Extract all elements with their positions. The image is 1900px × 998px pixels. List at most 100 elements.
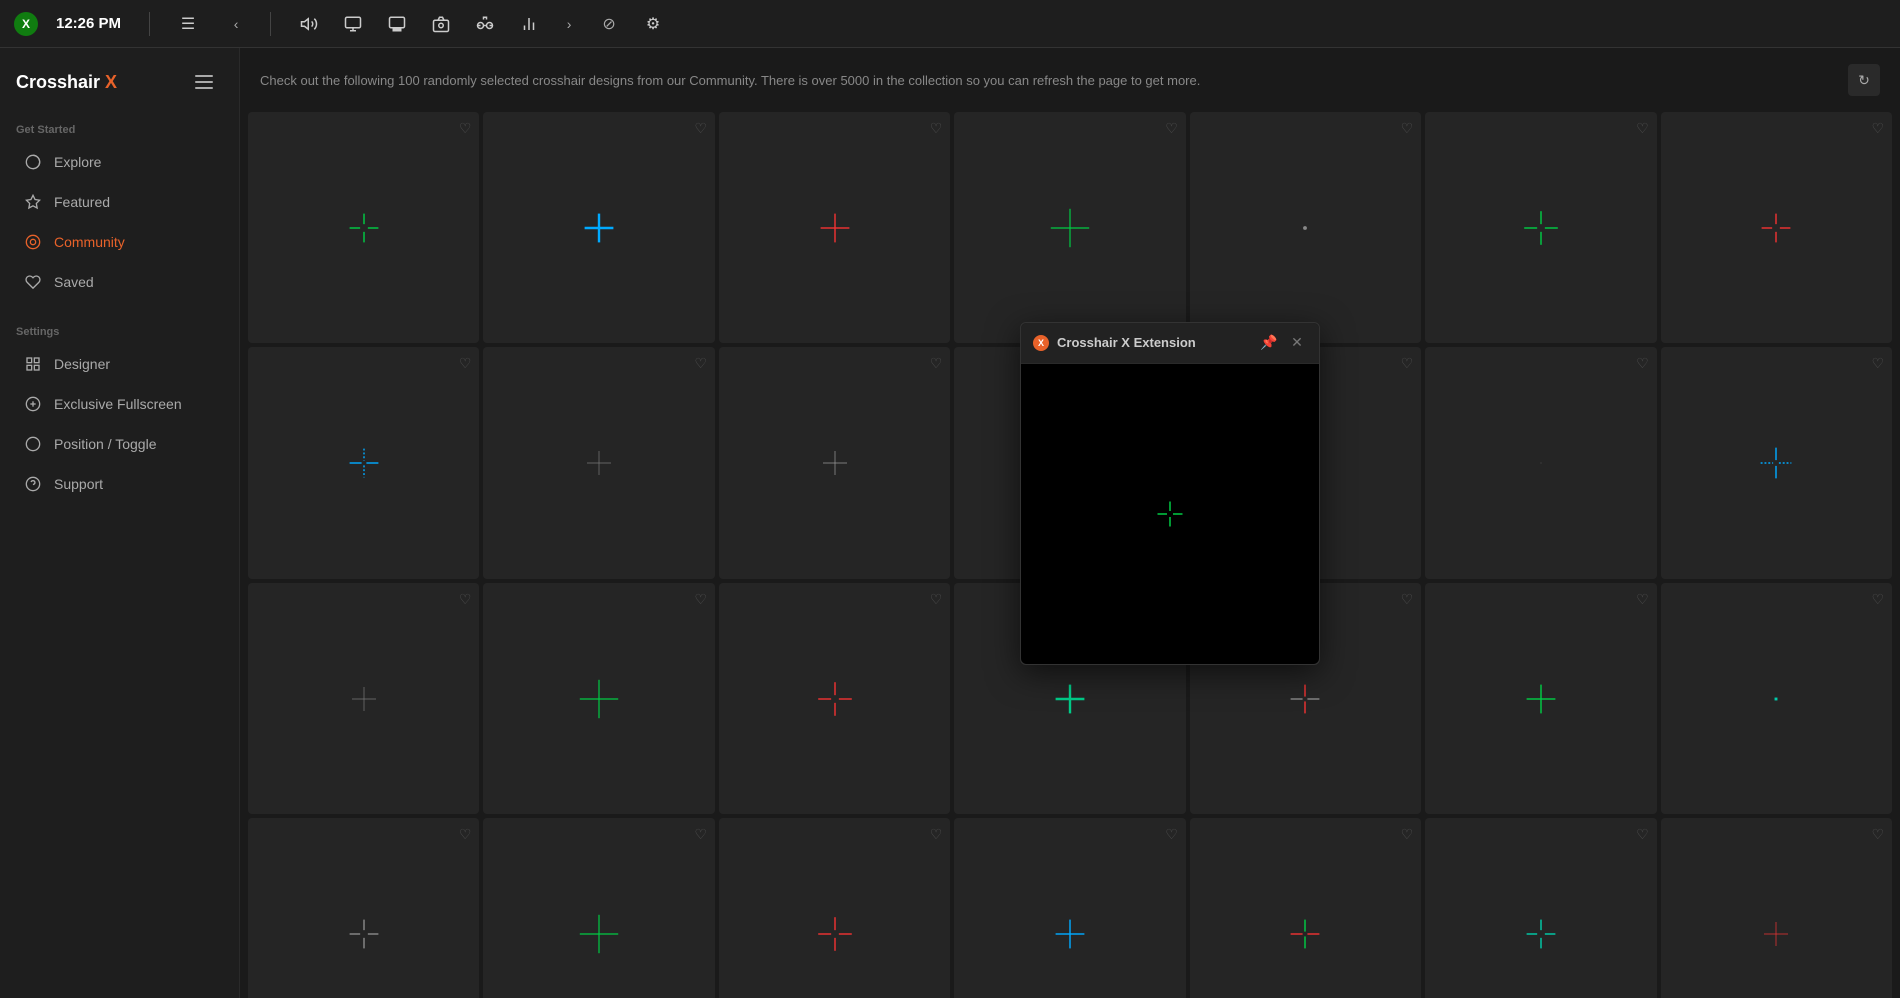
- heart-button[interactable]: ♡: [459, 355, 472, 372]
- crosshair-card[interactable]: ♡: [719, 347, 950, 578]
- sidebar-exclusive-fullscreen-label: Exclusive Fullscreen: [54, 396, 182, 412]
- featured-icon: [24, 193, 42, 211]
- display-icon-btn[interactable]: [335, 6, 371, 42]
- crosshair-svg: [1517, 910, 1565, 958]
- heart-button[interactable]: ♡: [930, 591, 943, 608]
- crosshair-svg: [340, 204, 388, 252]
- close-popup-button[interactable]: ✕: [1287, 333, 1307, 353]
- heart-button[interactable]: ♡: [694, 591, 707, 608]
- forward-btn[interactable]: ›: [555, 10, 583, 38]
- sidebar-item-support[interactable]: Support: [8, 465, 231, 503]
- list-icon-btn[interactable]: ☰: [170, 6, 206, 42]
- sidebar-item-saved[interactable]: Saved: [8, 263, 231, 301]
- heart-button[interactable]: ♡: [694, 120, 707, 137]
- crosshair-card[interactable]: ♡: [719, 112, 950, 343]
- heart-button[interactable]: ♡: [1636, 355, 1649, 372]
- heart-button[interactable]: ♡: [1636, 591, 1649, 608]
- preview-crosshair: [1145, 489, 1195, 539]
- capture-icon-btn[interactable]: [423, 6, 459, 42]
- heart-button[interactable]: ♡: [930, 355, 943, 372]
- settings-label: Settings: [0, 314, 239, 344]
- crosshair-card[interactable]: ♡: [1661, 112, 1892, 343]
- crosshair-card[interactable]: ♡: [483, 347, 714, 578]
- heart-button[interactable]: ♡: [930, 826, 943, 843]
- heart-button[interactable]: ♡: [1401, 120, 1414, 137]
- no-cross-icon-btn[interactable]: ⊘: [591, 6, 627, 42]
- crosshair-card[interactable]: ♡: [1190, 818, 1421, 998]
- sidebar-item-position-toggle[interactable]: Position / Toggle: [8, 425, 231, 463]
- sidebar-item-exclusive-fullscreen[interactable]: Exclusive Fullscreen: [8, 385, 231, 423]
- crosshair-card[interactable]: ♡: [1425, 112, 1656, 343]
- crosshair-svg: [575, 910, 623, 958]
- sidebar-item-community[interactable]: Community: [8, 223, 231, 261]
- crosshair-card[interactable]: ♡: [483, 818, 714, 998]
- heart-button[interactable]: ♡: [1872, 591, 1885, 608]
- extension-title-actions: 📌 ✕: [1259, 333, 1307, 353]
- crosshair-svg: [1281, 910, 1329, 958]
- crosshair-svg: [1046, 910, 1094, 958]
- heart-button[interactable]: ♡: [459, 826, 472, 843]
- heart-button[interactable]: ♡: [694, 826, 707, 843]
- sidebar-item-explore[interactable]: Explore: [8, 143, 231, 181]
- crosshair-svg: [1281, 204, 1329, 252]
- content-header: Check out the following 100 randomly sel…: [240, 48, 1900, 112]
- extension-body: [1021, 364, 1319, 664]
- audio-icon-btn[interactable]: [291, 6, 327, 42]
- crosshair-card[interactable]: ♡: [248, 818, 479, 998]
- crosshair-card[interactable]: ♡: [719, 583, 950, 814]
- crosshair-card[interactable]: ♡: [1661, 818, 1892, 998]
- sidebar-explore-label: Explore: [54, 154, 101, 170]
- heart-button[interactable]: ♡: [694, 355, 707, 372]
- crosshair-svg: [575, 675, 623, 723]
- heart-button[interactable]: ♡: [930, 120, 943, 137]
- heart-button[interactable]: ♡: [1165, 826, 1178, 843]
- preview-crosshair-svg: [1145, 489, 1195, 539]
- crosshair-svg: [1046, 675, 1094, 723]
- crosshair-svg: [575, 439, 623, 487]
- heart-button[interactable]: ♡: [459, 591, 472, 608]
- crosshair-card[interactable]: ♡: [1661, 583, 1892, 814]
- crosshair-card[interactable]: ♡: [1425, 347, 1656, 578]
- settings-icon-btn[interactable]: ⚙: [635, 6, 671, 42]
- refresh-button[interactable]: ↻: [1848, 64, 1880, 96]
- heart-button[interactable]: ♡: [1872, 355, 1885, 372]
- heart-button[interactable]: ♡: [1165, 120, 1178, 137]
- heart-button[interactable]: ♡: [1401, 591, 1414, 608]
- logo-text: Crosshair X: [16, 72, 117, 92]
- crosshair-card[interactable]: ♡: [483, 112, 714, 343]
- chart-icon-btn[interactable]: [511, 6, 547, 42]
- xbox-logo: X: [14, 12, 38, 36]
- heart-button[interactable]: ♡: [1872, 826, 1885, 843]
- back-btn[interactable]: ‹: [222, 10, 250, 38]
- heart-button[interactable]: ♡: [459, 120, 472, 137]
- heart-button[interactable]: ♡: [1872, 120, 1885, 137]
- hamburger-btn[interactable]: [195, 68, 223, 96]
- heart-button[interactable]: ♡: [1636, 120, 1649, 137]
- sidebar: Crosshair X Get Started Explore Featured: [0, 48, 240, 998]
- sidebar-item-designer[interactable]: Designer: [8, 345, 231, 383]
- crosshair-card[interactable]: ♡: [1190, 112, 1421, 343]
- taskbar-sep-1: [149, 12, 150, 36]
- monitor-icon-btn[interactable]: [379, 6, 415, 42]
- heart-button[interactable]: ♡: [1401, 355, 1414, 372]
- crosshair-card[interactable]: ♡: [1425, 583, 1656, 814]
- heart-button[interactable]: ♡: [1636, 826, 1649, 843]
- crosshair-card[interactable]: ♡: [483, 583, 714, 814]
- pin-button[interactable]: 📌: [1259, 333, 1279, 353]
- crosshair-svg: [575, 204, 623, 252]
- crosshair-card[interactable]: ♡: [248, 347, 479, 578]
- crosshair-card[interactable]: ♡: [1425, 818, 1656, 998]
- xbox-icon: X: [12, 10, 40, 38]
- crosshair-card[interactable]: ♡: [719, 818, 950, 998]
- crosshair-svg: [340, 910, 388, 958]
- sidebar-position-toggle-label: Position / Toggle: [54, 436, 156, 452]
- crosshair-card[interactable]: ♡: [1661, 347, 1892, 578]
- crosshair-card[interactable]: ♡: [248, 112, 479, 343]
- crosshair-card[interactable]: ♡: [248, 583, 479, 814]
- binoculars-icon-btn[interactable]: [467, 6, 503, 42]
- crosshair-card[interactable]: ♡: [954, 818, 1185, 998]
- taskbar: X 12:26 PM ☰ ‹ › ⊘ ⚙: [0, 0, 1900, 48]
- sidebar-item-featured[interactable]: Featured: [8, 183, 231, 221]
- heart-button[interactable]: ♡: [1401, 826, 1414, 843]
- crosshair-card[interactable]: ♡: [954, 112, 1185, 343]
